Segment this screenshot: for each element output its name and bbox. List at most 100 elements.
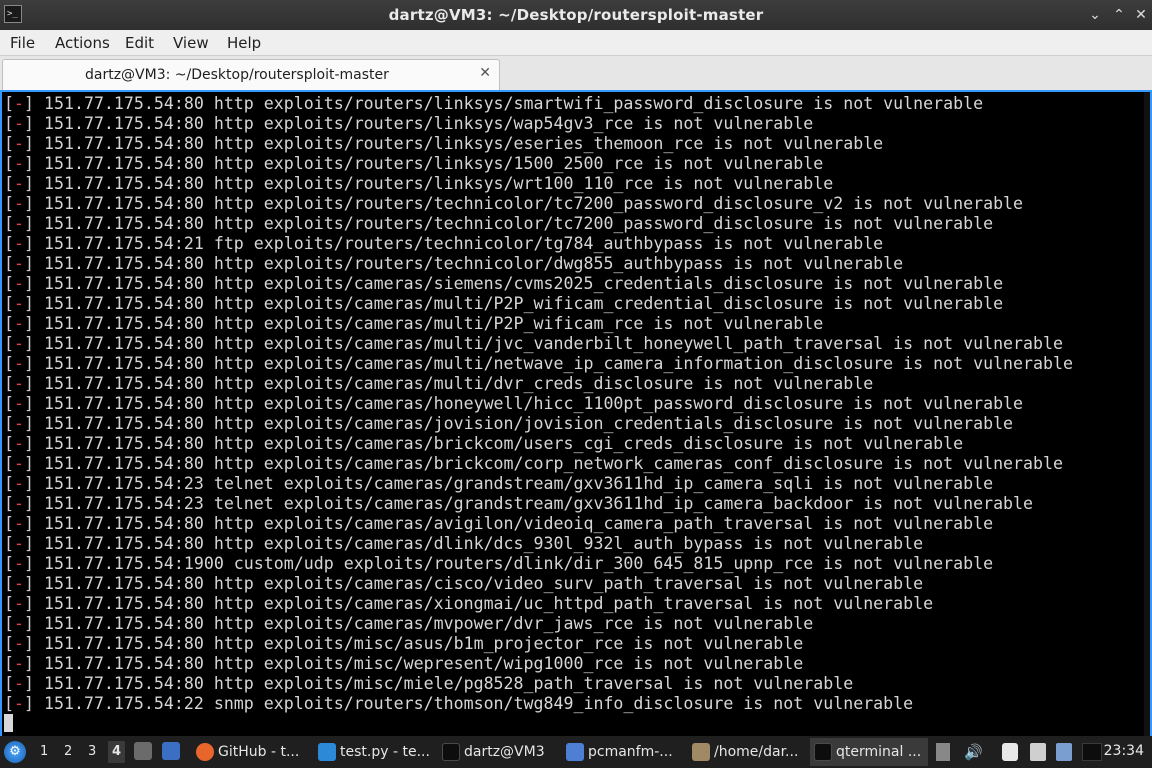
status-prefix: [-] [4, 154, 34, 173]
status-prefix: [-] [4, 594, 34, 613]
network-icon[interactable] [1030, 743, 1046, 761]
terminal-icon [442, 743, 460, 761]
terminal-line-text: 151.77.175.54:80 http exploits/routers/l… [34, 134, 884, 153]
firefox-icon [196, 743, 214, 761]
menu-view[interactable]: View [173, 34, 209, 52]
clipboard-icon[interactable] [936, 743, 950, 761]
clock[interactable]: 23:34 [1104, 743, 1144, 759]
status-prefix: [-] [4, 514, 34, 533]
status-prefix: [-] [4, 674, 34, 693]
terminal-line-text: 151.77.175.54:80 http exploits/cameras/m… [34, 314, 824, 333]
menu-help[interactable]: Help [227, 34, 261, 52]
terminal-line-text: 151.77.175.54:80 http exploits/routers/l… [34, 114, 814, 133]
maximize-button[interactable]: ⌃ [1108, 4, 1130, 26]
terminal-line: [-] 151.77.175.54:80 http exploits/camer… [4, 514, 1144, 534]
window-titlebar[interactable]: >_ dartz@VM3: ~/Desktop/routersploit-mas… [0, 0, 1152, 30]
workspace-4[interactable]: 4 [108, 741, 126, 763]
status-prefix: [-] [4, 654, 34, 673]
terminal-line-text: 151.77.175.54:80 http exploits/cameras/h… [34, 394, 1024, 413]
status-prefix: [-] [4, 294, 34, 313]
workspace-2[interactable]: 2 [64, 744, 72, 759]
task-label: pcmanfm-... [588, 744, 673, 760]
terminal-line-text: 151.77.175.54:80 http exploits/routers/t… [34, 254, 904, 273]
terminal-line-text: 151.77.175.54:1900 custom/udp exploits/r… [34, 554, 994, 573]
task-vscode[interactable]: test.py - te... [314, 738, 434, 766]
volume-icon[interactable]: 🔊 [964, 743, 983, 761]
status-prefix: [-] [4, 454, 34, 473]
status-prefix: [-] [4, 354, 34, 373]
menu-actions[interactable]: Actions [55, 34, 110, 52]
terminal-line-text: 151.77.175.54:80 http exploits/routers/l… [34, 154, 824, 173]
task-label: GitHub - t... [218, 744, 300, 760]
terminal-line: [-] 151.77.175.54:80 http exploits/misc/… [4, 674, 1144, 694]
terminal-line-text: 151.77.175.54:80 http exploits/cameras/d… [34, 534, 924, 553]
terminal-line-text: 151.77.175.54:80 http exploits/cameras/m… [34, 334, 1063, 353]
menu-edit[interactable]: Edit [125, 34, 154, 52]
terminal-line-text: 151.77.175.54:80 http exploits/routers/t… [34, 194, 1024, 213]
status-prefix: [-] [4, 374, 34, 393]
terminal-line-text: 151.77.175.54:80 http exploits/cameras/b… [34, 454, 1063, 473]
task-terminal-dartz[interactable]: dartz@VM3 [438, 738, 556, 766]
terminal-line-text: 151.77.175.54:80 http exploits/cameras/s… [34, 274, 1004, 293]
terminal-line-text: 151.77.175.54:23 telnet exploits/cameras… [34, 474, 994, 493]
status-prefix: [-] [4, 634, 34, 653]
terminal-line: [-] 151.77.175.54:21 ftp exploits/router… [4, 234, 1144, 254]
terminal-line: [-] 151.77.175.54:80 http exploits/camer… [4, 534, 1144, 554]
minimize-button[interactable]: ⌄ [1084, 4, 1106, 26]
terminal-line: [-] 151.77.175.54:80 http exploits/route… [4, 254, 1144, 274]
close-button[interactable]: ✕ [1130, 4, 1152, 26]
terminal-line-text: 151.77.175.54:80 http exploits/cameras/m… [34, 374, 874, 393]
terminal-line: [-] 151.77.175.54:80 http exploits/camer… [4, 594, 1144, 614]
status-prefix: [-] [4, 394, 34, 413]
workspace-3[interactable]: 3 [88, 744, 96, 759]
terminal-line: [-] 151.77.175.54:80 http exploits/camer… [4, 334, 1144, 354]
terminal-line-text: 151.77.175.54:80 http exploits/routers/t… [34, 214, 994, 233]
tab-close-icon[interactable]: ✕ [479, 65, 491, 81]
task-label: test.py - te... [340, 744, 430, 760]
terminal-line-text: 151.77.175.54:80 http exploits/cameras/x… [34, 594, 934, 613]
tab-label: dartz@VM3: ~/Desktop/routersploit-master [85, 67, 389, 83]
archive-icon [692, 743, 710, 761]
workspace-1[interactable]: 1 [40, 744, 48, 759]
terminal-scrollbar[interactable] [1144, 92, 1150, 736]
terminal-line: [-] 151.77.175.54:80 http exploits/camer… [4, 614, 1144, 634]
tab-terminal[interactable]: dartz@VM3: ~/Desktop/routersploit-master… [2, 59, 500, 90]
status-prefix: [-] [4, 494, 34, 513]
terminal-line: [-] 151.77.175.54:80 http exploits/route… [4, 94, 1144, 114]
terminal-view[interactable]: [-] 151.77.175.54:80 http exploits/route… [0, 90, 1152, 736]
task-file-manager-home[interactable]: /home/dar... [688, 738, 806, 766]
cpu-monitor-icon [1082, 743, 1102, 761]
notifications-icon[interactable] [1056, 743, 1072, 761]
status-prefix: [-] [4, 474, 34, 493]
terminal-line-text: 151.77.175.54:23 telnet exploits/cameras… [34, 494, 1034, 513]
status-prefix: [-] [4, 134, 34, 153]
terminal-line-text: 151.77.175.54:21 ftp exploits/routers/te… [34, 234, 884, 253]
status-prefix: [-] [4, 94, 34, 113]
tab-bar: dartz@VM3: ~/Desktop/routersploit-master… [0, 56, 1152, 90]
terminal-line: [-] 151.77.175.54:80 http exploits/camer… [4, 454, 1144, 474]
terminal-line-text: 151.77.175.54:80 http exploits/misc/asus… [34, 634, 804, 653]
status-prefix: [-] [4, 334, 34, 353]
start-menu-icon[interactable]: ⚙ [4, 741, 26, 763]
show-desktop-icon[interactable] [134, 742, 152, 760]
terminal-line: [-] 151.77.175.54:80 http exploits/route… [4, 174, 1144, 194]
window-switcher-icon[interactable] [162, 742, 180, 760]
task-pcmanfm[interactable]: pcmanfm-... [562, 738, 682, 766]
terminal-line: [-] 151.77.175.54:80 http exploits/camer… [4, 294, 1144, 314]
terminal-line-text: 151.77.175.54:80 http exploits/misc/miel… [34, 674, 854, 693]
text-cursor [4, 714, 13, 732]
vscode-icon [318, 743, 336, 761]
notes-icon[interactable] [1002, 743, 1018, 761]
status-prefix: [-] [4, 574, 34, 593]
terminal-line: [-] 151.77.175.54:1900 custom/udp exploi… [4, 554, 1144, 574]
terminal-line: [-] 151.77.175.54:80 http exploits/route… [4, 134, 1144, 154]
terminal-line: [-] 151.77.175.54:80 http exploits/camer… [4, 354, 1144, 374]
task-firefox[interactable]: GitHub - t... [192, 738, 304, 766]
menu-file[interactable]: File [10, 34, 35, 52]
status-prefix: [-] [4, 234, 34, 253]
status-prefix: [-] [4, 314, 34, 333]
terminal-line: [-] 151.77.175.54:80 http exploits/camer… [4, 314, 1144, 334]
terminal-line: [-] 151.77.175.54:80 http exploits/camer… [4, 274, 1144, 294]
status-prefix: [-] [4, 114, 34, 133]
task-qterminal[interactable]: qterminal ... [810, 738, 928, 766]
